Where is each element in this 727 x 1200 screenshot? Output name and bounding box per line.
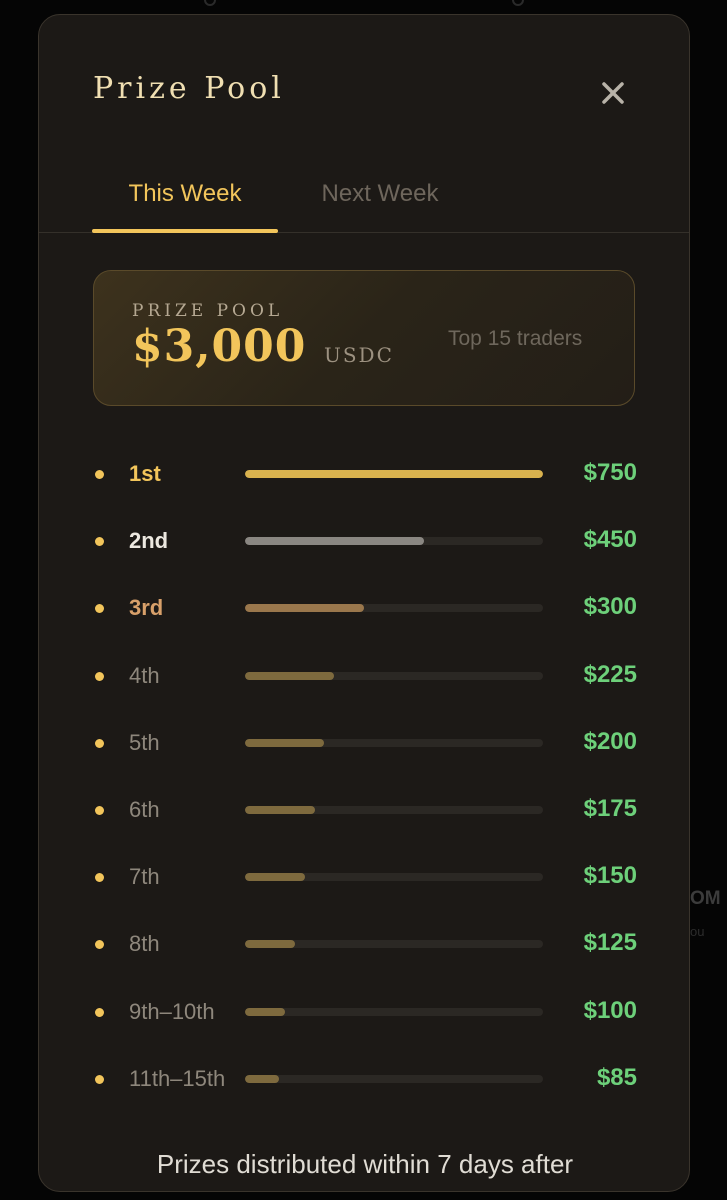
rank-row: 5th $200	[39, 723, 689, 763]
close-icon	[602, 82, 624, 104]
tab-this-week-label: This Week	[128, 180, 242, 207]
rank-row: 2nd $450	[39, 521, 689, 561]
modal-title: Prize Pool	[93, 71, 285, 106]
tab-next-week[interactable]: Next Week	[287, 175, 473, 232]
rank-row: 7th $150	[39, 857, 689, 897]
rank-label: 8th	[129, 931, 160, 957]
rank-label: 9th–10th	[129, 998, 215, 1024]
prize-bar-track	[245, 1074, 543, 1083]
prize-pool-card: PRIZE POOL $3,000 USDC Top 15 traders	[93, 270, 635, 406]
hanger-hook-right	[512, 0, 524, 6]
bullet-dot	[95, 671, 104, 681]
rank-label: 11th–15th	[129, 1065, 226, 1091]
prize-bar-track	[245, 806, 543, 814]
prize-amount: $200	[583, 727, 637, 755]
screen: OM ou Prize Pool This Week Next Week PRI…	[0, 0, 727, 1200]
rank-label: 6th	[129, 797, 160, 822]
rank-label: 3rd	[129, 595, 164, 621]
prize-bar-fill	[245, 671, 335, 680]
prize-bar-fill	[245, 940, 295, 949]
bullet-dot	[95, 1074, 104, 1084]
prize-bar-fill	[245, 1007, 285, 1016]
prize-bar-fill	[245, 738, 325, 747]
background-partial-subtext: ou	[690, 924, 705, 939]
prize-bar-track	[245, 470, 543, 478]
rank-row: 11th–15th $85	[39, 1059, 689, 1099]
prize-bar-fill	[245, 604, 365, 613]
rank-row: 9th–10th $100	[39, 992, 689, 1032]
rank-row: 6th $175	[39, 790, 689, 830]
prize-pool-modal: Prize Pool This Week Next Week PRIZE POO…	[38, 14, 690, 1192]
footer-note: Prizes distributed within 7 days after	[156, 1149, 574, 1179]
bullet-dot	[95, 604, 104, 614]
rank-row: 8th $125	[39, 924, 689, 964]
prize-bar-track	[245, 1007, 543, 1016]
close-button[interactable]	[597, 77, 629, 109]
rank-label: 1st	[129, 461, 161, 486]
bullet-dot	[95, 806, 104, 815]
tab-this-week[interactable]: This Week	[92, 175, 278, 233]
prize-bar-fill	[245, 470, 543, 478]
bullet-dot	[95, 940, 104, 950]
hanger-hook-left	[204, 0, 216, 6]
bullet-dot	[95, 873, 104, 883]
active-tab-indicator	[92, 229, 278, 233]
bullet-dot	[95, 1007, 104, 1017]
prize-bar-track	[245, 738, 543, 747]
rank-label: 4th	[129, 662, 160, 688]
prize-bar-fill	[245, 806, 315, 814]
prize-amount: $450	[583, 526, 637, 554]
prize-bar-fill	[245, 1074, 279, 1083]
prize-bar-track	[245, 940, 543, 949]
prize-amount: $85	[596, 1063, 637, 1091]
pool-amount: $3,000	[132, 321, 307, 372]
rank-label: 7th	[129, 864, 160, 890]
prize-amount: $225	[583, 660, 637, 688]
tab-next-week-label: Next Week	[321, 180, 439, 207]
prize-bar-fill	[245, 873, 305, 882]
rank-label: 2nd	[129, 528, 169, 554]
prize-bar-track	[245, 671, 543, 680]
bullet-dot	[95, 738, 104, 748]
rank-row: 4th $225	[39, 656, 689, 696]
prize-amount: $750	[583, 459, 637, 486]
rank-row: 3rd $300	[39, 588, 689, 628]
pool-label: PRIZE POOL	[132, 301, 284, 321]
prize-amount: $150	[583, 862, 637, 890]
prize-amount: $100	[583, 996, 637, 1024]
rank-label: 5th	[129, 729, 160, 755]
bullet-dot	[95, 537, 104, 547]
pool-currency: USDC	[324, 343, 394, 367]
prize-bar-track	[245, 537, 543, 546]
prize-bar-track	[245, 873, 543, 882]
rank-row: 1st $750	[39, 454, 689, 494]
background-partial-text: OM	[690, 888, 721, 909]
prize-amount: $300	[583, 593, 637, 621]
bullet-dot	[95, 470, 104, 479]
tab-bar: This Week Next Week	[39, 175, 689, 233]
pool-subtitle: Top 15 traders	[448, 327, 583, 350]
prize-amount: $175	[583, 795, 637, 822]
prize-bar-track	[245, 604, 543, 613]
prize-amount: $125	[583, 929, 637, 957]
prize-bar-fill	[245, 537, 424, 546]
